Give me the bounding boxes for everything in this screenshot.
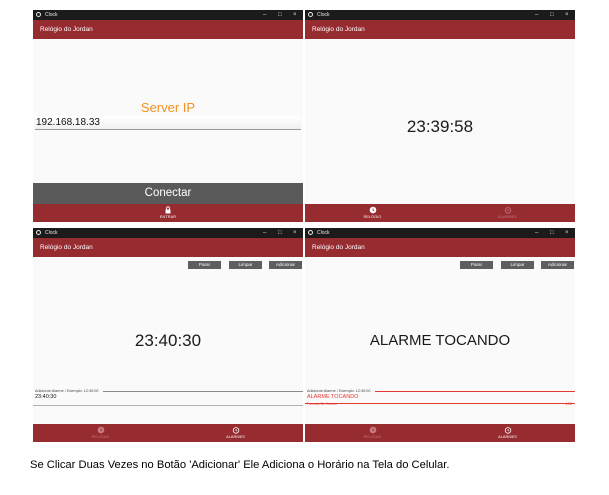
nav-label-alarms: ALARMES <box>498 215 517 219</box>
title-bar: Clock – □ × <box>33 228 303 238</box>
add-button[interactable]: Adicionar <box>541 261 574 269</box>
ringing-window: Clock – □ × Relógio do Jordan Parar Limp… <box>305 228 575 442</box>
minimize-button[interactable]: – <box>535 228 538 238</box>
alarm-nav-icon <box>504 207 511 214</box>
title-bar: Clock – □ × <box>305 10 575 20</box>
lock-icon <box>165 206 171 214</box>
nav-item-alarms[interactable]: ALARMES <box>440 204 575 222</box>
close-button[interactable]: × <box>293 228 297 238</box>
nav-item-enter[interactable]: ENTRAR <box>101 204 236 222</box>
nav-item-alarms[interactable]: ALARMES <box>168 424 303 442</box>
app-bar: Relógio do Jordan <box>33 238 303 257</box>
bottom-nav: RELÓGIO ALARMES <box>305 204 575 222</box>
server-ip-label: Server IP <box>140 100 196 115</box>
alarm-time-input[interactable]: ALARME TOCANDO <box>307 394 358 400</box>
alarm-field-label: Adicionar Alarme / Exemplo: 12:30:00 <box>307 389 371 393</box>
alarm-actions: Parar Limpar Adicionar <box>305 261 574 269</box>
clock-time: 23:39:58 <box>406 117 474 136</box>
title-bar: Clock – □ × <box>305 228 575 238</box>
caption-text: Se Clicar Duas Vezes no Botão 'Adicionar… <box>30 459 450 471</box>
clock-nav-icon <box>97 426 104 434</box>
app-title: Relógio do Jordan <box>312 244 365 251</box>
alarm-nav-icon <box>504 427 511 434</box>
clock-nav-icon <box>369 426 376 434</box>
alarm-field-underline <box>33 405 303 406</box>
nav-label-clock: RELÓGIO <box>91 435 110 439</box>
clock-nav-icon <box>369 206 376 214</box>
clear-button[interactable]: Limpar <box>229 261 262 269</box>
alarm-actions: Parar Limpar Adicionar <box>33 261 302 269</box>
app-bar: Relógio do Jordan <box>33 20 303 39</box>
app-title: Relógio do Jordan <box>312 26 365 33</box>
app-bar: Relógio do Jordan <box>305 238 575 257</box>
close-button[interactable]: × <box>565 10 569 20</box>
close-button[interactable]: × <box>293 10 297 20</box>
nav-label-clock: RELÓGIO <box>363 435 382 439</box>
app-bar: Relógio do Jordan <box>305 20 575 39</box>
alarm-error-text: Formato De Horário <box>307 402 337 406</box>
alarm-field-underline <box>305 403 575 404</box>
nav-label-alarms: ALARMES <box>226 435 245 439</box>
alarm-field-outline <box>375 391 575 392</box>
minimize-button[interactable]: – <box>535 10 538 20</box>
maximize-button[interactable]: □ <box>550 10 554 20</box>
alarm-time-input[interactable]: 23:40:30 <box>35 394 56 400</box>
clear-button[interactable]: Limpar <box>501 261 534 269</box>
alarm-char-counter: 14/8 <box>565 402 572 406</box>
bottom-nav: RELÓGIO ALARMES <box>305 424 575 442</box>
bottom-nav: RELÓGIO ALARMES <box>33 424 303 442</box>
maximize-button[interactable]: □ <box>550 228 554 238</box>
nav-item-clock[interactable]: RELÓGIO <box>33 424 168 442</box>
nav-label-clock: RELÓGIO <box>363 215 382 219</box>
maximize-button[interactable]: □ <box>278 228 282 238</box>
window-title: Clock <box>317 12 330 18</box>
nav-item-alarms[interactable]: ALARMES <box>440 424 575 442</box>
clock-app-icon <box>36 12 41 17</box>
minimize-button[interactable]: – <box>263 10 266 20</box>
bottom-nav: ENTRAR <box>33 204 303 222</box>
server-ip-input[interactable]: 192.168.18.33 <box>35 116 301 130</box>
alarm-ringing-message: ALARME TOCANDO <box>369 332 511 349</box>
alarm-window: Clock – □ × Relógio do Jordan Parar Limp… <box>33 228 303 442</box>
window-title: Clock <box>45 12 58 18</box>
nav-label-alarms: ALARMES <box>498 435 517 439</box>
nav-item-clock[interactable]: RELÓGIO <box>305 424 440 442</box>
nav-item-clock[interactable]: RELÓGIO <box>305 204 440 222</box>
window-title: Clock <box>317 230 330 236</box>
minimize-button[interactable]: – <box>263 228 266 238</box>
alarm-field-label: Adicionar Alarme / Exemplo: 12:30:00 <box>35 389 99 393</box>
app-title: Relógio do Jordan <box>40 26 93 33</box>
clock-app-icon <box>308 230 313 235</box>
clock-app-icon <box>36 230 41 235</box>
stop-button[interactable]: Parar <box>188 261 221 269</box>
app-title: Relógio do Jordan <box>40 244 93 251</box>
alarm-field-outline <box>103 391 303 392</box>
title-bar: Clock – □ × <box>33 10 303 20</box>
stop-button[interactable]: Parar <box>460 261 493 269</box>
nav-label-enter: ENTRAR <box>159 215 177 219</box>
clock-app-icon <box>308 12 313 17</box>
close-button[interactable]: × <box>565 228 569 238</box>
clock-window: Clock – □ × Relógio do Jordan 23:39:58 R… <box>305 10 575 222</box>
login-window: Clock – □ × Relógio do Jordan Server IP … <box>33 10 303 222</box>
add-button[interactable]: Adicionar <box>269 261 302 269</box>
alarm-nav-icon <box>232 427 239 434</box>
maximize-button[interactable]: □ <box>278 10 282 20</box>
connect-button[interactable]: Conectar <box>33 183 303 204</box>
clock-time: 23:40:30 <box>134 331 202 350</box>
window-title: Clock <box>45 230 58 236</box>
